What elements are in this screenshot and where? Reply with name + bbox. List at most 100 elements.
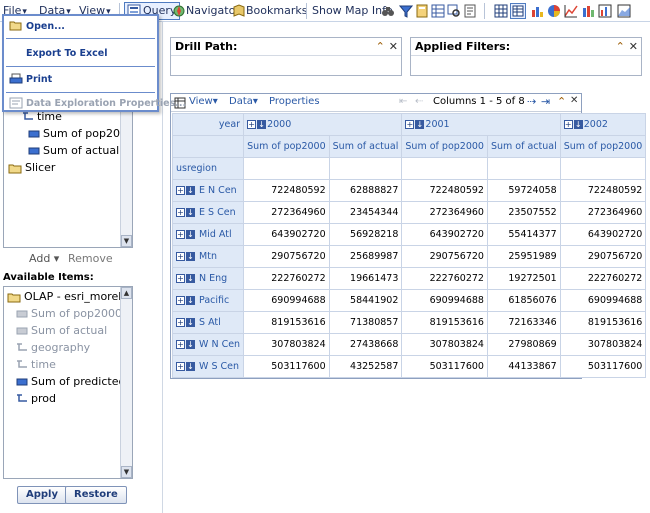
scroll-down-icon[interactable]: ▼ [121,235,132,247]
value-cell[interactable]: 722480592 [401,179,488,202]
area-chart-icon[interactable] [617,4,631,18]
close-icon[interactable]: ✕ [570,95,578,106]
drill-icon[interactable]: ↓ [186,252,195,261]
value-cell[interactable]: 722480592 [559,179,647,202]
close-icon[interactable]: ✕ [389,40,398,53]
apply-button[interactable]: Apply [17,486,68,504]
value-cell[interactable]: 23507552 [486,201,561,224]
value-cell[interactable]: 819153616 [243,311,330,334]
layout-item-sum-actual[interactable]: Sum of actual [28,143,119,159]
value-cell[interactable]: 272364960 [401,201,488,224]
region-row-header[interactable]: + ↓ E S Cen [171,201,245,224]
drill-icon[interactable]: ↓ [257,120,267,129]
region-row-header[interactable]: + ↓ W S Cen [171,355,245,378]
value-cell[interactable]: 61856076 [486,289,561,312]
expand-icon[interactable]: + [176,186,185,195]
value-cell[interactable]: 55414377 [486,223,561,246]
drill-icon[interactable]: ↓ [186,230,195,239]
collapse-icon[interactable]: ⌃ [557,95,566,108]
region-row-header[interactable]: + ↓ Pacific [171,289,245,312]
available-item-sum-predicted[interactable]: Sum of predicted [16,374,125,390]
available-items-tree[interactable]: OLAP - esri_morehier Sum of pop2000 Sum … [3,286,133,479]
grid-data-menu[interactable]: Data▾ [229,96,258,107]
first-page-icon[interactable]: ⇤ [399,96,407,107]
drill-icon[interactable]: ↓ [186,340,195,349]
expand-icon[interactable]: + [176,340,185,349]
available-item-geography[interactable]: geography [16,340,90,356]
value-cell[interactable]: 643902720 [243,223,330,246]
value-cell[interactable]: 690994688 [401,289,488,312]
scroll-up-icon[interactable]: ▲ [121,287,132,299]
value-cell[interactable]: 19661473 [328,267,403,290]
value-cell[interactable]: 307803824 [243,333,330,356]
value-cell[interactable]: 290756720 [243,245,330,268]
expand-icon[interactable]: + [176,274,185,283]
year-header-2001[interactable]: + ↓ 2001 [401,113,561,136]
value-cell[interactable]: 690994688 [559,289,647,312]
drill-icon[interactable]: ↓ [186,362,195,371]
value-cell[interactable]: 307803824 [401,333,488,356]
drill-icon[interactable]: ↓ [186,208,195,217]
value-cell[interactable]: 59724058 [486,179,561,202]
menu-item-properties[interactable]: Data Exploration Properties... [6,94,186,114]
value-cell[interactable]: 503117600 [243,355,330,378]
value-cell[interactable]: 222760272 [559,267,647,290]
region-row-header[interactable]: + ↓ N Eng [171,267,245,290]
value-cell[interactable]: 27980869 [486,333,561,356]
region-row-header[interactable]: + ↓ E N Cen [171,179,245,202]
value-cell[interactable]: 272364960 [243,201,330,224]
add-button[interactable]: Add ▾ [29,251,59,267]
expand-icon[interactable]: + [176,230,185,239]
measure-header[interactable]: Sum of actual [328,135,403,158]
value-cell[interactable]: 503117600 [401,355,488,378]
value-cell[interactable]: 290756720 [401,245,488,268]
restore-button[interactable]: Restore [65,486,127,504]
region-row-header[interactable]: + ↓ S Atl [171,311,245,334]
expand-icon[interactable]: + [176,318,185,327]
expand-icon[interactable]: + [563,120,573,129]
collapse-icon[interactable]: ⌃ [616,40,625,53]
value-cell[interactable]: 222760272 [243,267,330,290]
available-item-prod[interactable]: prod [16,391,56,407]
export-grid-icon[interactable] [431,4,445,18]
menu-item-open[interactable]: Open... [6,17,155,37]
available-tree-scrollbar[interactable]: ▲ ▼ [120,287,132,478]
menu-item-print[interactable]: Print [6,70,155,90]
year-header-2002[interactable]: + ↓ 2002 [559,113,647,136]
value-cell[interactable]: 27438668 [328,333,403,356]
filter-icon[interactable] [399,4,413,18]
pie-chart-icon[interactable] [547,4,561,18]
value-cell[interactable]: 19272501 [486,267,561,290]
value-cell[interactable]: 722480592 [243,179,330,202]
grid-view-icon[interactable] [494,4,508,18]
drill-icon[interactable]: ↓ [415,120,425,129]
prev-page-icon[interactable]: ⇠ [415,96,423,107]
value-cell[interactable]: 43252587 [328,355,403,378]
drill-icon[interactable]: ↓ [186,296,195,305]
drill-icon[interactable]: ↓ [186,274,195,283]
collapse-icon[interactable]: ⌃ [376,40,385,53]
value-cell[interactable]: 23454344 [328,201,403,224]
slicer-folder[interactable]: Slicer [8,160,55,176]
value-cell[interactable]: 25689987 [328,245,403,268]
drill-icon[interactable]: ↓ [186,318,195,327]
expand-icon[interactable]: + [176,252,185,261]
available-item-sum-actual[interactable]: Sum of actual [16,323,107,339]
table-view-icon[interactable] [510,3,526,19]
close-icon[interactable]: ✕ [629,40,638,53]
remove-button[interactable]: Remove [68,251,113,267]
value-cell[interactable]: 643902720 [559,223,647,246]
value-cell[interactable]: 25951989 [486,245,561,268]
value-cell[interactable]: 503117600 [559,355,647,378]
measure-header[interactable]: Sum of pop2000 [401,135,488,158]
layout-item-sum-pop2000[interactable]: Sum of pop2000 [28,126,132,142]
year-header-2000[interactable]: + ↓ 2000 [243,113,403,136]
bookmarks-button[interactable]: Bookmarks [232,0,307,22]
expand-icon[interactable]: + [405,120,415,129]
measure-header[interactable]: Sum of pop2000 [243,135,330,158]
olap-root-node[interactable]: OLAP - esri_morehier [7,289,132,305]
value-cell[interactable]: 643902720 [401,223,488,246]
value-cell[interactable]: 819153616 [401,311,488,334]
last-page-icon[interactable]: ⇥ [541,95,550,108]
stacked-chart-icon[interactable] [581,4,595,18]
